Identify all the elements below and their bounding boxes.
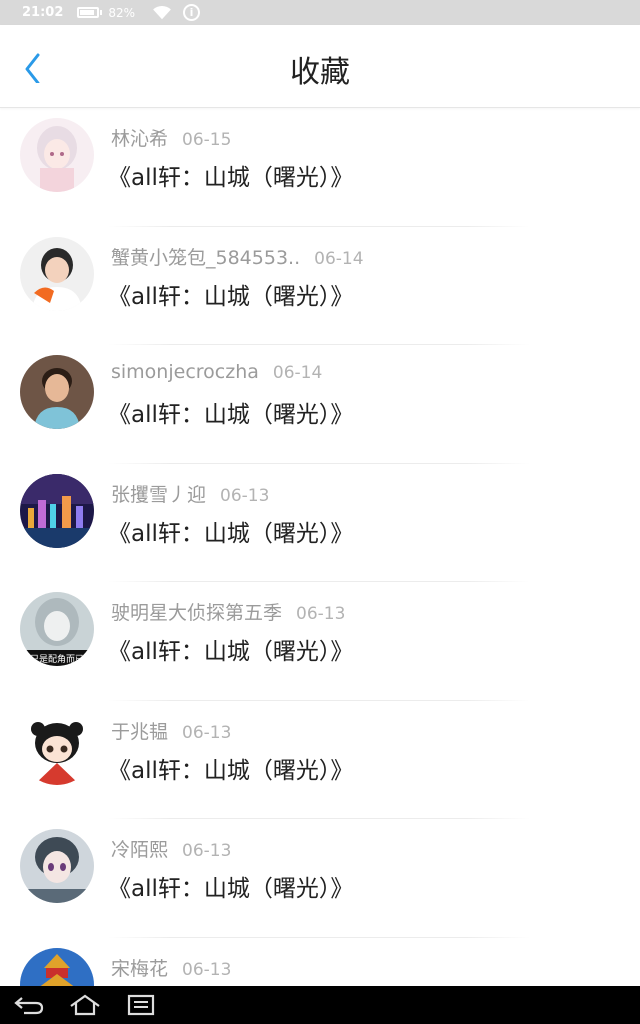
username: 于兆韫 06-13 [111,717,231,744]
battery-icon [77,7,103,18]
date: 06-13 [296,604,346,624]
avatar[interactable] [20,473,94,548]
recent-apps-icon[interactable] [124,992,158,1018]
status-time: 21:02 [22,5,64,20]
list-item[interactable]: simonjecroczha 06-14 《all轩：山城（曙光）》 [0,345,640,464]
username: 冷陌熙 06-13 [111,835,231,862]
story-title[interactable]: 《all轩：山城（曙光）》 [108,751,353,785]
user-name: 蟹黄小笼包_584553.. [111,246,301,269]
avatar[interactable] [20,236,94,311]
list-item[interactable]: 蟹黄小笼包_584553.. 06-14 《all轩：山城（曙光）》 [0,227,640,345]
avatar-caption: 只是配角而已 [30,653,84,665]
status-bar: 21:02 82% i [0,0,640,25]
info-icon: i [183,4,201,21]
username: 蟹黄小笼包_584553.. 06-14 [111,243,364,270]
user-name: 冷陌熙 [111,839,169,861]
list-item[interactable]: 张攫雪丿迎 06-13 《all轩：山城（曙光）》 [0,464,640,582]
story-title[interactable]: 《all轩：山城（曙光）》 [108,395,353,429]
avatar[interactable] [20,829,94,903]
user-name: simonjecroczha [111,361,259,383]
header-bar: 收藏 [0,25,640,108]
user-name: 驶明星大侦探第五季 [111,602,283,624]
avatar[interactable] [20,947,94,986]
avatar[interactable]: 只是配角而已 [20,592,94,666]
home-icon[interactable] [68,992,102,1018]
date: 06-14 [314,248,364,269]
user-name: 宋梅花 [111,957,169,980]
user-name: 张攫雪丿迎 [111,483,207,506]
avatar[interactable] [20,710,94,785]
date: 06-15 [182,130,232,150]
favorites-list: 林沁希 06-15 《all轩：山城（曙光）》 蟹黄小笼包_584553.. 06-… [0,108,640,986]
date: 06-13 [182,841,232,861]
username: 驶明星大侦探第五季 06-13 [111,598,345,625]
username: 宋梅花 06-13 [111,954,231,981]
username: 张攫雪丿迎 06-13 [111,480,269,507]
username: 林沁希 06-15 [111,124,231,151]
list-item[interactable]: 冷陌熙 06-13 《all轩：山城（曙光）》 [0,819,640,938]
wifi-icon [153,5,171,19]
username: simonjecroczha 06-14 [111,361,322,383]
story-title[interactable]: 《all轩：山城（曙光）》 [108,158,353,192]
system-nav-bar [0,986,640,1024]
avatar[interactable] [20,355,94,429]
battery-level: 82% [108,5,136,20]
date: 06-13 [182,722,232,743]
list-item[interactable]: 于兆韫 06-13 《all轩：山城（曙光）》 [0,701,640,819]
back-arrow-icon[interactable] [12,992,46,1018]
list-item[interactable]: 林沁希 06-15 《all轩：山城（曙光）》 [0,108,640,227]
user-name: 于兆韫 [111,720,169,743]
list-item[interactable]: 宋梅花 06-13 [0,938,640,986]
list-item[interactable]: 只是配角而已 驶明星大侦探第五季 06-13 《all轩：山城（曙光）》 [0,582,640,701]
story-title[interactable]: 《all轩：山城（曙光）》 [108,277,353,311]
user-name: 林沁希 [111,128,169,150]
date: 06-13 [182,959,232,980]
story-title[interactable]: 《all轩：山城（曙光）》 [108,514,353,548]
page-title: 收藏 [290,55,350,90]
story-title[interactable]: 《all轩：山城（曙光）》 [108,632,353,666]
date: 06-13 [220,485,270,506]
story-title[interactable]: 《all轩：山城（曙光）》 [108,869,353,903]
date: 06-14 [272,363,323,383]
avatar[interactable] [20,118,94,192]
